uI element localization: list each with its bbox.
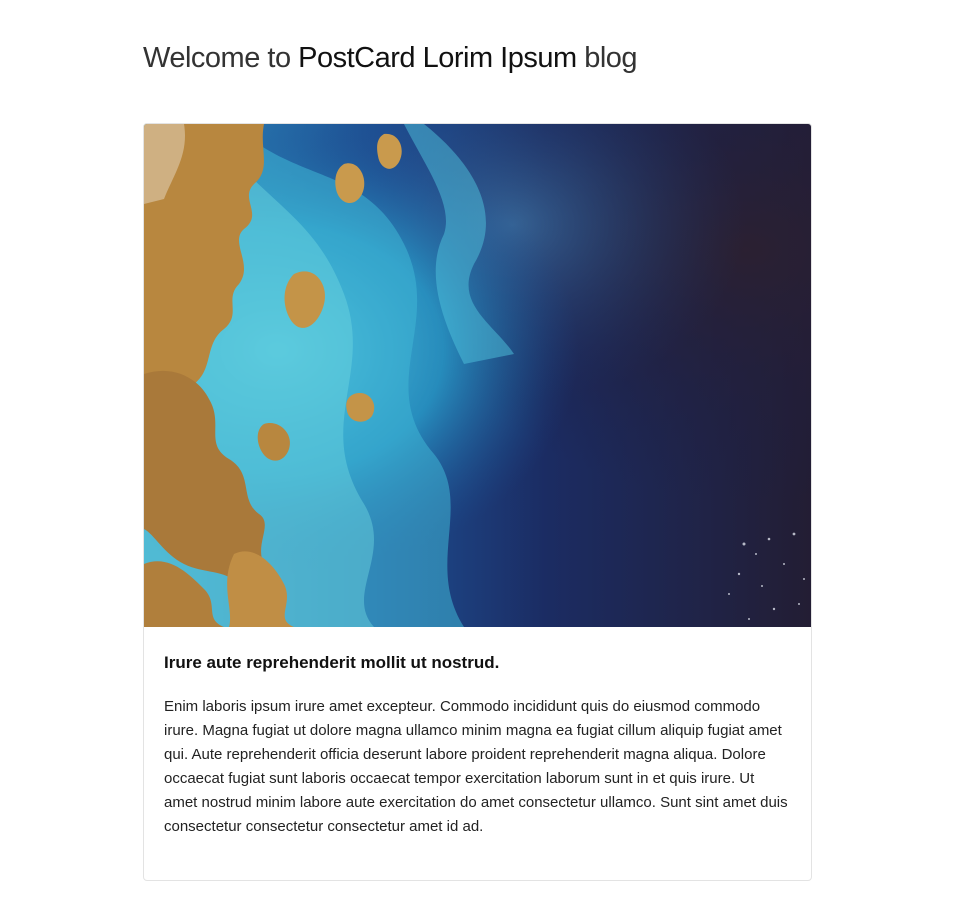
page: Welcome to PostCard Lorim Ipsum blog Iru… — [0, 0, 960, 909]
title-prefix: Welcome to — [143, 42, 291, 74]
page-title: Welcome to PostCard Lorim Ipsum blog — [143, 38, 638, 78]
post-card: Irure aute reprehenderit mollit ut nostr… — [143, 123, 812, 881]
post-body: Irure aute reprehenderit mollit ut nostr… — [144, 627, 811, 839]
title-brand: PostCard Lorim Ipsum — [298, 42, 577, 74]
post-text: Enim laboris ipsum irure amet excepteur.… — [164, 698, 788, 835]
post-image — [144, 124, 811, 627]
title-suffix: blog — [584, 42, 638, 74]
satellite-image-graphic — [144, 124, 811, 627]
post-title: Irure aute reprehenderit mollit ut nostr… — [164, 653, 500, 672]
